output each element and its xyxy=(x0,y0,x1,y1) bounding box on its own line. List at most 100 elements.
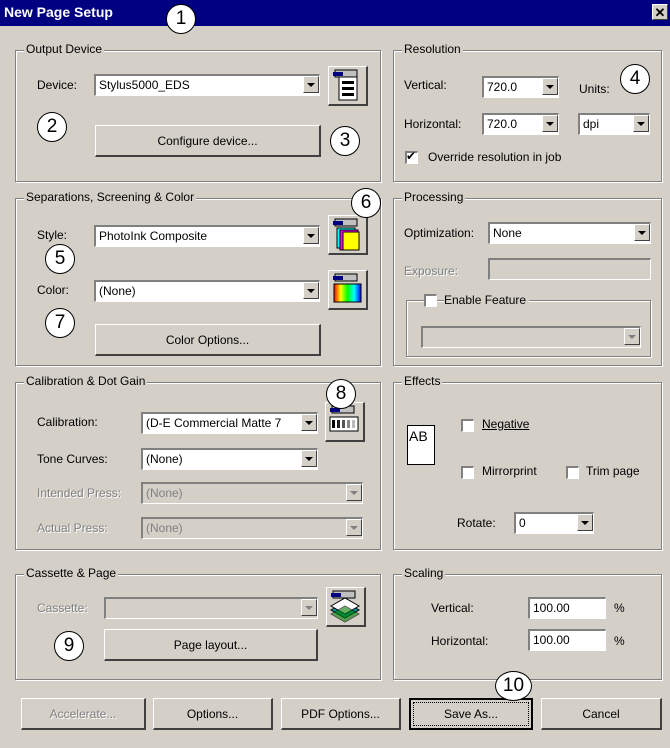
page-layout-label: Page layout... xyxy=(173,637,248,652)
pdf-options-button[interactable]: PDF Options... xyxy=(281,698,401,730)
output-device-group: Output Device xyxy=(15,42,381,182)
tone-curves-value: (None) xyxy=(146,452,183,466)
chevron-down-icon[interactable] xyxy=(301,599,317,616)
resolution-horizontal-select[interactable]: 720.0 xyxy=(482,113,559,135)
chevron-down-icon[interactable] xyxy=(346,484,362,501)
scaling-vertical-field[interactable]: 100.00 xyxy=(528,597,606,619)
chevron-down-icon[interactable] xyxy=(577,514,593,531)
cancel-label: Cancel xyxy=(582,706,620,721)
callout-9: 9 xyxy=(54,631,84,661)
title-bar[interactable]: New Page Setup ✕ xyxy=(0,0,670,26)
callout-1: 1 xyxy=(166,4,196,34)
actual-press-select[interactable]: (None) xyxy=(141,517,363,539)
resolution-vertical-select[interactable]: 720.0 xyxy=(482,76,559,98)
tone-curves-select[interactable]: (None) xyxy=(141,448,318,470)
options-button[interactable]: Options... xyxy=(153,698,273,730)
resolution-group-label: Resolution xyxy=(402,42,463,56)
resolution-vertical-label: Vertical: xyxy=(404,78,447,92)
chevron-down-icon[interactable] xyxy=(634,224,650,241)
calibration-value: (D-E Commercial Matte 7 xyxy=(146,416,282,430)
intended-press-label: Intended Press: xyxy=(37,486,122,500)
chevron-down-icon[interactable] xyxy=(346,519,362,536)
device-properties-button[interactable] xyxy=(328,66,368,106)
cassette-select[interactable] xyxy=(104,597,318,619)
style-properties-button[interactable] xyxy=(328,215,368,255)
new-page-setup-dialog: New Page Setup ✕ Output Device Device: S… xyxy=(0,0,670,748)
calibration-select[interactable]: (D-E Commercial Matte 7 xyxy=(141,412,318,434)
processing-group-label: Processing xyxy=(402,190,466,204)
effects-group-label: Effects xyxy=(402,374,443,388)
save-as-button[interactable]: Save As... xyxy=(409,698,533,730)
chevron-down-icon[interactable] xyxy=(542,78,558,95)
rotate-label: Rotate: xyxy=(457,516,496,530)
callout-10: 10 xyxy=(495,671,532,701)
window-title: New Page Setup xyxy=(4,4,113,20)
trim-page-checkbox[interactable] xyxy=(566,466,579,479)
chevron-down-icon[interactable] xyxy=(303,227,319,244)
scaling-horizontal-field[interactable]: 100.00 xyxy=(528,629,606,651)
resolution-vertical-value: 720.0 xyxy=(487,80,518,94)
style-select[interactable]: PhotoInk Composite xyxy=(94,225,320,247)
callout-2: 2 xyxy=(37,112,67,142)
optimization-select[interactable]: None xyxy=(488,222,651,244)
override-resolution-label: Override resolution in job xyxy=(428,150,562,164)
color-properties-button[interactable] xyxy=(328,270,368,310)
chevron-down-icon[interactable] xyxy=(301,450,317,467)
color-label: Color: xyxy=(37,283,70,297)
units-value: dpi xyxy=(583,117,600,131)
feature-select[interactable] xyxy=(421,326,641,348)
chevron-down-icon[interactable] xyxy=(303,76,319,93)
callout-4: 4 xyxy=(620,64,650,94)
chevron-down-icon[interactable] xyxy=(633,115,649,132)
configure-device-label: Configure device... xyxy=(157,133,258,148)
optimization-value: None xyxy=(493,226,522,240)
accelerate-button[interactable]: Accelerate... xyxy=(21,698,146,730)
mirrorprint-label: Mirrorprint xyxy=(482,464,537,478)
intended-press-value: (None) xyxy=(146,486,183,500)
close-button[interactable]: ✕ xyxy=(652,4,668,20)
intended-press-select[interactable]: (None) xyxy=(141,482,363,504)
exposure-field[interactable] xyxy=(488,258,651,280)
color-separation-icon xyxy=(333,218,360,251)
override-resolution-checkbox[interactable] xyxy=(405,149,418,164)
enable-feature-checkbox[interactable] xyxy=(424,294,437,307)
callout-5: 5 xyxy=(45,244,75,274)
rotate-select[interactable]: 0 xyxy=(514,512,594,534)
optimization-label: Optimization: xyxy=(404,226,475,240)
chevron-down-icon[interactable] xyxy=(624,328,640,345)
mirrorprint-checkbox[interactable] xyxy=(461,466,474,479)
color-options-button[interactable]: Color Options... xyxy=(95,324,321,356)
configure-device-button[interactable]: Configure device... xyxy=(95,125,321,157)
separations-group-label: Separations, Screening & Color xyxy=(24,190,197,204)
device-value: Stylus5000_EDS xyxy=(99,78,190,92)
cassette-label: Cassette: xyxy=(37,601,88,615)
chevron-down-icon[interactable] xyxy=(542,115,558,132)
tone-curves-label: Tone Curves: xyxy=(37,452,108,466)
scaling-group-label: Scaling xyxy=(402,566,446,580)
options-label: Options... xyxy=(186,706,239,721)
rotate-value: 0 xyxy=(519,516,526,530)
effects-preview: AB xyxy=(407,425,435,465)
style-value: PhotoInk Composite xyxy=(99,229,208,243)
scaling-horizontal-label: Horizontal: xyxy=(431,634,489,648)
negative-checkbox[interactable] xyxy=(461,419,474,432)
actual-press-label: Actual Press: xyxy=(37,521,108,535)
callout-6: 6 xyxy=(351,188,381,218)
chevron-down-icon[interactable] xyxy=(303,282,319,299)
enable-feature-label: Enable Feature xyxy=(444,293,530,307)
negative-label: Negative xyxy=(482,417,530,431)
device-select[interactable]: Stylus5000_EDS xyxy=(94,74,320,96)
scaling-vertical-label: Vertical: xyxy=(431,601,474,615)
style-label: Style: xyxy=(37,228,68,242)
page-layout-button[interactable]: Page layout... xyxy=(104,629,318,661)
color-select[interactable]: (None) xyxy=(94,280,320,302)
cassette-group-label: Cassette & Page xyxy=(24,566,119,580)
save-as-label: Save As... xyxy=(443,707,499,721)
effects-preview-text: AB xyxy=(409,428,428,444)
calibration-group-label: Calibration & Dot Gain xyxy=(24,374,148,388)
calibration-label: Calibration: xyxy=(37,415,98,429)
cancel-button[interactable]: Cancel xyxy=(541,698,662,730)
chevron-down-icon[interactable] xyxy=(301,414,317,431)
cassette-properties-button[interactable] xyxy=(326,587,366,627)
units-select[interactable]: dpi xyxy=(578,113,650,135)
